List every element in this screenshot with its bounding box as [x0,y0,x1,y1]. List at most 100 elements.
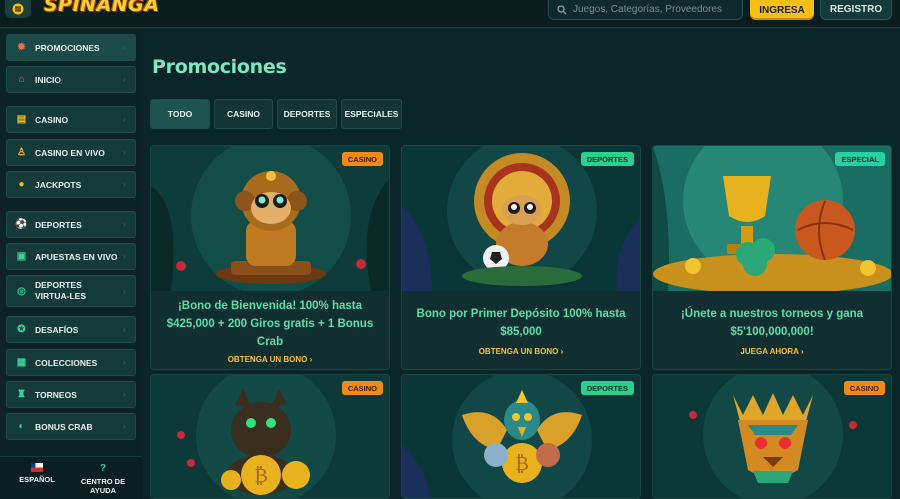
chevron-right-icon: › [123,287,126,296]
chevron-right-icon: › [123,180,126,189]
dealer-icon: ♙ [17,147,26,158]
search-icon [557,4,567,14]
promo-image-eagle: ₿ DEPORTES [402,375,640,498]
register-button[interactable]: REGISTRO [820,0,892,20]
chevron-right-icon: › [800,347,804,356]
chile-flag-icon [31,463,43,472]
promo-image-aztec-soccer: DEPORTES [402,146,640,291]
category-badge: CASINO [843,381,885,395]
tab-casino[interactable]: CASINO [214,99,273,129]
sidebar-item-promociones[interactable]: ✹ PROMOCIONES › [6,34,136,61]
search-input[interactable] [573,4,733,15]
collection-icon: ▦ [16,357,27,368]
promo-image-monkey: CASINO [151,146,389,291]
chevron-right-icon: › [123,325,126,334]
promo-card[interactable]: CASINO ¡Bono de Bienvenida! 100% hasta $… [150,145,390,370]
login-button[interactable]: INGRESA [750,0,814,20]
chevron-right-icon: › [123,75,126,84]
menu-icon [12,3,24,15]
sidebar-item-bonus-crab[interactable]: ◐ BONUS CRAB › [6,413,136,440]
chevron-right-icon: › [123,390,126,399]
top-bar: SPINANGA INGRESA REGISTRO [0,0,900,28]
sidebar: ✹ PROMOCIONES › ⌂ INICIO › ▤ CASINO › ♙ … [0,28,142,499]
tab-todo[interactable]: TODO [150,99,210,129]
chevron-right-icon: › [123,358,126,367]
soccer-ball-icon: ⚽ [15,219,28,230]
chevron-right-icon: › [123,422,126,431]
promo-cta-link[interactable]: OBTENGA UN BONO › [412,347,630,356]
chevron-right-icon: › [123,43,126,52]
brand-logo[interactable]: SPINANGA [44,0,160,16]
sidebar-item-label: APUESTAS EN VIVO [35,251,118,262]
sidebar-item-label: DEPORTES [35,219,82,230]
chevron-right-icon: › [123,115,126,124]
sidebar-item-label: DESAFÍOS [35,324,79,335]
help-label: CENTRO DE AYUDA [80,477,126,495]
promo-cta-label: OBTENGA UN BONO [478,347,559,356]
sidebar-item-inicio[interactable]: ⌂ INICIO › [6,66,136,93]
category-badge: ESPECIAL [835,152,885,166]
chevron-right-icon: › [123,220,126,229]
svg-text:₿: ₿ [254,463,268,487]
home-icon: ⌂ [18,74,25,85]
sidebar-item-deportes[interactable]: ⚽ DEPORTES › [6,211,136,238]
promo-cta-link[interactable]: OBTENGA UN BONO › [161,355,379,364]
trophy-icon: ♜ [17,389,26,400]
language-label: ESPAÑOL [19,475,55,484]
page-title: Promociones [152,56,287,78]
sidebar-item-torneos[interactable]: ♜ TORNEOS › [6,381,136,408]
category-badge: DEPORTES [580,152,634,166]
coins-icon: ● [18,179,25,190]
virtual-sports-icon: ◎ [17,285,26,297]
promo-card[interactable]: CASINO [652,374,892,499]
sidebar-item-label: TORNEOS [35,389,77,400]
sidebar-item-label: CASINO EN VIVO [35,147,105,158]
sidebar-item-apuestas-en-vivo[interactable]: ▣ APUESTAS EN VIVO › [6,243,136,270]
promo-title: Bono por Primer Depósito 100% hasta $85,… [416,308,626,338]
sidebar-item-casino-en-vivo[interactable]: ♙ CASINO EN VIVO › [6,139,136,166]
gift-icon: ✹ [17,42,26,53]
promo-title: ¡Bono de Bienvenida! 100% hasta $425,000… [166,300,374,348]
menu-button[interactable] [5,0,31,18]
sidebar-item-jackpots[interactable]: ● JACKPOTS › [6,171,136,198]
sidebar-item-label: DEPORTES VIRTUA-LES [35,280,86,301]
sidebar-item-label: CASINO [35,114,69,125]
chevron-right-icon: › [560,347,564,356]
chevron-right-icon: › [123,252,126,261]
sidebar-footer: ESPAÑOL ? CENTRO DE AYUDA [0,456,142,499]
sidebar-item-label: COLECCIONES [35,357,98,368]
promo-image-mask: CASINO [653,375,891,498]
slot-machine-icon: ▤ [16,114,27,125]
sidebar-item-deportes-virtuales[interactable]: ◎ DEPORTES VIRTUA-LES › [6,275,136,307]
promo-image-jaguar: ₿ CASINO [151,375,389,498]
promo-title: ¡Únete a nuestros torneos y gana $5'100,… [680,308,864,338]
crab-icon: ◐ [18,421,25,432]
promo-card[interactable]: ESPECIAL ¡Únete a nuestros torneos y gan… [652,145,892,370]
tab-deportes[interactable]: DEPORTES [277,99,337,129]
sidebar-item-casino[interactable]: ▤ CASINO › [6,106,136,133]
promo-image-trophy: ESPECIAL [653,146,891,291]
sidebar-item-label: PROMOCIONES [35,42,100,53]
category-badge: DEPORTES [580,381,634,395]
sidebar-item-label: INICIO [35,74,61,85]
language-button[interactable]: ESPAÑOL [4,463,70,484]
tab-especiales[interactable]: ESPECIALES [341,99,402,129]
help-center-button[interactable]: ? CENTRO DE AYUDA [70,463,136,495]
category-badge: CASINO [341,152,383,166]
promo-card[interactable]: DEPORTES Bono por Primer Depósito 100% h… [401,145,641,370]
category-badge: CASINO [341,381,383,395]
search-box[interactable] [548,0,743,20]
challenge-icon: ✪ [17,324,26,335]
sidebar-item-desafios[interactable]: ✪ DESAFÍOS › [6,316,136,343]
live-tv-icon: ▣ [16,251,27,262]
sidebar-item-colecciones[interactable]: ▦ COLECCIONES › [6,349,136,376]
sidebar-item-label: JACKPOTS [35,179,82,190]
chevron-right-icon: › [309,355,313,364]
promo-card[interactable]: ₿ CASINO [150,374,390,499]
chevron-right-icon: › [123,148,126,157]
svg-text:₿: ₿ [515,451,529,475]
sidebar-item-label: BONUS CRAB [35,421,93,432]
promo-cta-label: OBTENGA UN BONO [227,355,308,364]
promo-cta-link[interactable]: JUEGA AHORA › [663,347,881,356]
promo-card[interactable]: ₿ DEPORTES [401,374,641,499]
